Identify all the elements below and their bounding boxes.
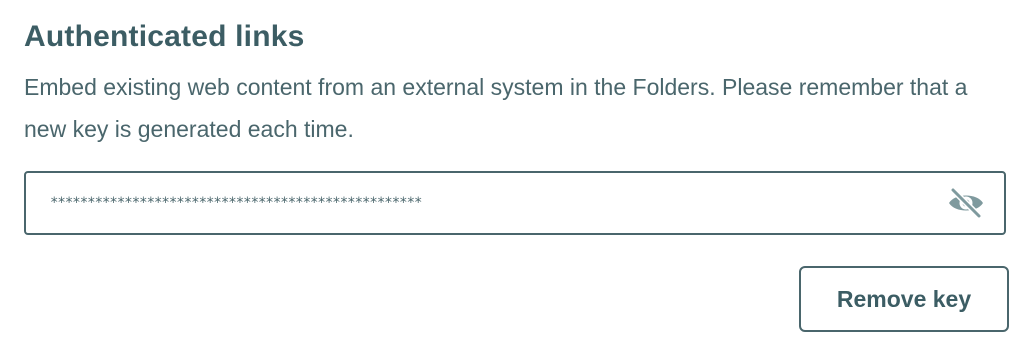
eye-slash-icon[interactable] bbox=[946, 183, 986, 223]
masked-key-value[interactable]: ****************************************… bbox=[26, 195, 946, 211]
key-field[interactable]: ****************************************… bbox=[24, 171, 1006, 235]
remove-key-button[interactable]: Remove key bbox=[799, 266, 1009, 332]
authenticated-links-section: Authenticated links Embed existing web c… bbox=[0, 0, 1034, 364]
section-description: Embed existing web content from an exter… bbox=[24, 74, 968, 142]
section-title: Authenticated links bbox=[24, 20, 305, 53]
